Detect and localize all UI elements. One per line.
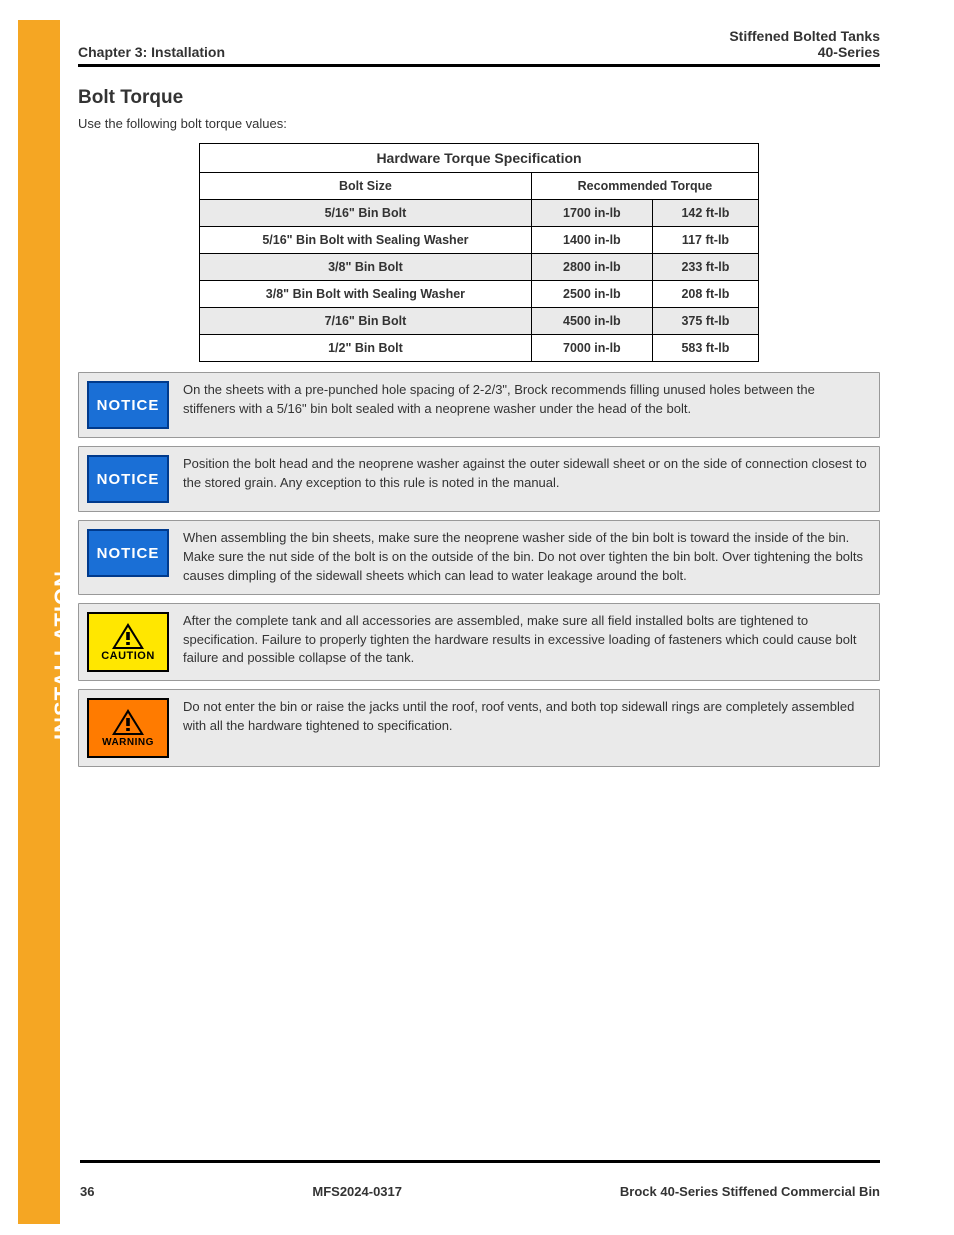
footer-rule — [80, 1160, 880, 1163]
notice-callout: NOTICE Position the bolt head and the ne… — [78, 446, 880, 512]
table-row: 5/16" Bin Bolt with Sealing Washer 1400 … — [200, 227, 759, 254]
page-root: INSTALLATION Chapter 3: Installation Sti… — [0, 0, 954, 1235]
footer-rev: Brock 40-Series Stiffened Commercial Bin — [620, 1184, 880, 1199]
section-title: Bolt Torque — [78, 87, 880, 109]
warning-callout: WARNING Do not enter the bin or raise th… — [78, 689, 880, 767]
cell: 233 ft-lb — [652, 254, 758, 281]
table-col-left: Bolt Size — [200, 173, 532, 200]
header-rule — [78, 64, 880, 67]
caution-badge: CAUTION — [87, 612, 169, 672]
page-footer: 36 MFS2024-0317 Brock 40-Series Stiffene… — [80, 1184, 880, 1199]
cell: 583 ft-lb — [652, 335, 758, 362]
cell: 2500 in-lb — [531, 281, 652, 308]
cell: 2800 in-lb — [531, 254, 652, 281]
header-right: Stiffened Bolted Tanks 40-Series — [729, 28, 880, 60]
spec-table: Hardware Torque Specification Bolt Size … — [199, 143, 759, 362]
cell: 3/8" Bin Bolt with Sealing Washer — [200, 281, 532, 308]
warning-badge: WARNING — [87, 698, 169, 758]
cell: 1/2" Bin Bolt — [200, 335, 532, 362]
notice-badge: NOTICE — [87, 529, 169, 586]
warning-icon: WARNING — [87, 698, 169, 758]
cell: 1400 in-lb — [531, 227, 652, 254]
footer-page-number: 36 — [80, 1184, 94, 1199]
caution-icon: CAUTION — [87, 612, 169, 672]
notice-callout: NOTICE On the sheets with a pre-punched … — [78, 372, 880, 438]
header-left: Chapter 3: Installation — [78, 44, 225, 60]
page-header: Chapter 3: Installation Stiffened Bolted… — [78, 28, 880, 60]
notice-callout: NOTICE When assembling the bin sheets, m… — [78, 520, 880, 595]
callout-text: On the sheets with a pre-punched hole sp… — [183, 381, 869, 429]
main-content: Chapter 3: Installation Stiffened Bolted… — [78, 0, 880, 767]
notice-badge: NOTICE — [87, 381, 169, 429]
cell: 7/16" Bin Bolt — [200, 308, 532, 335]
table-row: 1/2" Bin Bolt 7000 in-lb 583 ft-lb — [200, 335, 759, 362]
warning-label: WARNING — [102, 737, 154, 748]
caution-callout: CAUTION After the complete tank and all … — [78, 603, 880, 681]
cell: 117 ft-lb — [652, 227, 758, 254]
table-row: 3/8" Bin Bolt 2800 in-lb 233 ft-lb — [200, 254, 759, 281]
table-col-right: Recommended Torque — [531, 173, 758, 200]
table-row: 5/16" Bin Bolt 1700 in-lb 142 ft-lb — [200, 200, 759, 227]
notice-icon: NOTICE — [87, 529, 169, 577]
notice-icon: NOTICE — [87, 381, 169, 429]
caution-label: CAUTION — [101, 650, 155, 662]
footer-doc-id: MFS2024-0317 — [312, 1184, 402, 1199]
cell: 1700 in-lb — [531, 200, 652, 227]
cell: 5/16" Bin Bolt with Sealing Washer — [200, 227, 532, 254]
alert-triangle-icon — [111, 708, 145, 739]
cell: 375 ft-lb — [652, 308, 758, 335]
cell: 208 ft-lb — [652, 281, 758, 308]
cell: 3/8" Bin Bolt — [200, 254, 532, 281]
cell: 7000 in-lb — [531, 335, 652, 362]
notice-badge: NOTICE — [87, 455, 169, 503]
callout-text: When assembling the bin sheets, make sur… — [183, 529, 869, 586]
callout-text: Do not enter the bin or raise the jacks … — [183, 698, 869, 758]
cell: 142 ft-lb — [652, 200, 758, 227]
table-row: 3/8" Bin Bolt with Sealing Washer 2500 i… — [200, 281, 759, 308]
cell: 5/16" Bin Bolt — [200, 200, 532, 227]
notice-icon: NOTICE — [87, 455, 169, 503]
cell: 4500 in-lb — [531, 308, 652, 335]
header-right-line1: Stiffened Bolted Tanks — [729, 28, 880, 44]
sidebar-label: INSTALLATION — [50, 570, 76, 740]
alert-triangle-icon — [111, 622, 145, 652]
header-right-line2: 40-Series — [729, 44, 880, 60]
table-row: 7/16" Bin Bolt 4500 in-lb 375 ft-lb — [200, 308, 759, 335]
section-intro: Use the following bolt torque values: — [78, 115, 880, 133]
callout-text: Position the bolt head and the neoprene … — [183, 455, 869, 503]
table-title: Hardware Torque Specification — [200, 144, 759, 173]
callout-text: After the complete tank and all accessor… — [183, 612, 869, 672]
